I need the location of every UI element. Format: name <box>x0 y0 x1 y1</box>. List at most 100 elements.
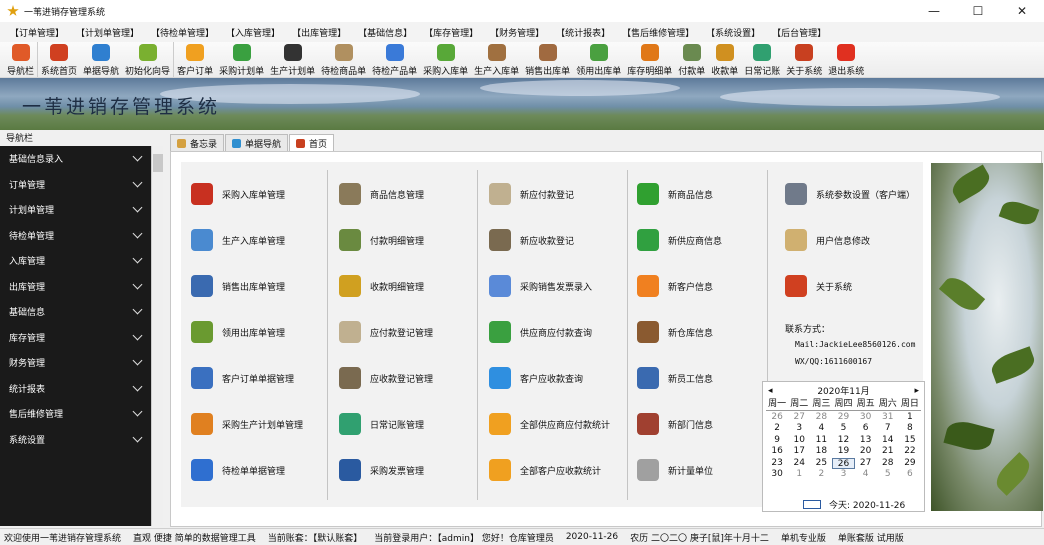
quick-link-0-6[interactable]: 待检单单据管理 <box>191 459 285 481</box>
quick-link-3-3[interactable]: 新仓库信息 <box>637 321 713 343</box>
menu-item-6[interactable]: 【库存管理】 <box>424 26 478 39</box>
quick-link-4-1[interactable]: 用户信息修改 <box>785 229 870 251</box>
calendar-day[interactable]: 29 <box>899 458 921 470</box>
calendar-day[interactable]: 2 <box>766 423 788 435</box>
calendar-day[interactable]: 12 <box>832 435 854 447</box>
calendar-day[interactable]: 28 <box>810 412 832 424</box>
calendar-day[interactable]: 24 <box>788 458 810 470</box>
toolbar-button-11[interactable]: 销售出库单 <box>522 42 573 77</box>
quick-link-3-6[interactable]: 新计量单位 <box>637 459 713 481</box>
nav-item-2[interactable]: 计划单管理 <box>0 197 163 223</box>
toolbar-button-15[interactable]: 收款单 <box>708 42 741 77</box>
quick-link-2-3[interactable]: 供应商应付款查询 <box>489 321 592 343</box>
calendar-day[interactable]: 16 <box>766 446 788 458</box>
menu-item-5[interactable]: 【基础信息】 <box>358 26 412 39</box>
quick-link-0-2[interactable]: 销售出库单管理 <box>191 275 285 297</box>
calendar-day[interactable]: 8 <box>899 423 921 435</box>
calendar-day[interactable]: 25 <box>810 458 832 470</box>
quick-link-1-5[interactable]: 日常记账管理 <box>339 413 424 435</box>
quick-link-2-1[interactable]: 新应收款登记 <box>489 229 574 251</box>
calendar-day[interactable]: 11 <box>810 435 832 447</box>
toolbar-button-16[interactable]: 日常记账 <box>741 42 783 77</box>
quick-link-2-2[interactable]: 采购销售发票录入 <box>489 275 592 297</box>
calendar-day[interactable]: 6 <box>855 423 877 435</box>
calendar-day[interactable]: 26 <box>766 412 788 424</box>
nav-scrollbar[interactable] <box>151 146 163 526</box>
quick-link-2-5[interactable]: 全部供应商应付款统计 <box>489 413 610 435</box>
calendar-prev-button[interactable]: ◂ <box>768 386 773 396</box>
toolbar-button-8[interactable]: 待检产品单 <box>369 42 420 77</box>
nav-item-11[interactable]: 系统设置 <box>0 427 163 453</box>
calendar-next-button[interactable]: ▸ <box>914 386 919 396</box>
quick-link-0-0[interactable]: 采购入库单管理 <box>191 183 285 205</box>
toolbar-button-2[interactable]: 单据导航 <box>80 42 122 77</box>
tab-2[interactable]: 首页 <box>289 134 335 151</box>
calendar-day[interactable]: 1 <box>899 412 921 424</box>
toolbar-button-17[interactable]: 关于系统 <box>783 42 825 77</box>
close-button[interactable]: ✕ <box>1000 0 1044 22</box>
nav-item-10[interactable]: 售后维修管理 <box>0 401 163 427</box>
quick-link-0-4[interactable]: 客户订单单据管理 <box>191 367 294 389</box>
quick-link-0-3[interactable]: 领用出库单管理 <box>191 321 285 343</box>
nav-item-4[interactable]: 入库管理 <box>0 248 163 274</box>
quick-link-2-4[interactable]: 客户应收款查询 <box>489 367 583 389</box>
nav-item-6[interactable]: 基础信息 <box>0 299 163 325</box>
quick-link-1-1[interactable]: 付款明细管理 <box>339 229 424 251</box>
toolbar-button-18[interactable]: 退出系统 <box>825 42 867 77</box>
calendar-day[interactable]: 21 <box>877 446 899 458</box>
toolbar-button-6[interactable]: 生产计划单 <box>267 42 318 77</box>
calendar-day[interactable]: 9 <box>766 435 788 447</box>
calendar-day[interactable]: 15 <box>899 435 921 447</box>
quick-link-4-0[interactable]: 系统参数设置（客户端） <box>785 183 915 205</box>
calendar-day[interactable]: 3 <box>832 469 854 481</box>
calendar-day[interactable]: 23 <box>766 458 788 470</box>
calendar-day[interactable]: 4 <box>810 423 832 435</box>
quick-link-3-4[interactable]: 新员工信息 <box>637 367 713 389</box>
calendar-day[interactable]: 5 <box>832 423 854 435</box>
calendar-day[interactable]: 6 <box>899 469 921 481</box>
calendar-day[interactable]: 30 <box>855 412 877 424</box>
tab-1[interactable]: 单据导航 <box>225 134 289 151</box>
calendar-day[interactable]: 19 <box>832 446 854 458</box>
toolbar-button-12[interactable]: 领用出库单 <box>573 42 624 77</box>
maximize-button[interactable]: ☐ <box>956 0 1000 22</box>
calendar-day[interactable]: 27 <box>855 458 877 470</box>
quick-link-1-3[interactable]: 应付款登记管理 <box>339 321 433 343</box>
quick-link-0-5[interactable]: 采购生产计划单管理 <box>191 413 303 435</box>
nav-scroll-thumb[interactable] <box>153 154 163 172</box>
toolbar-button-7[interactable]: 待检商品单 <box>318 42 369 77</box>
quick-link-2-6[interactable]: 全部客户应收款统计 <box>489 459 601 481</box>
nav-item-5[interactable]: 出库管理 <box>0 274 163 300</box>
quick-link-3-0[interactable]: 新商品信息 <box>637 183 713 205</box>
calendar-day[interactable]: 20 <box>855 446 877 458</box>
calendar-day[interactable]: 7 <box>877 423 899 435</box>
menu-item-11[interactable]: 【后台管理】 <box>772 26 826 39</box>
menu-item-7[interactable]: 【财务管理】 <box>490 26 544 39</box>
quick-link-4-2[interactable]: 关于系统 <box>785 275 852 297</box>
quick-link-3-1[interactable]: 新供应商信息 <box>637 229 722 251</box>
quick-link-2-0[interactable]: 新应付款登记 <box>489 183 574 205</box>
calendar-day[interactable]: 29 <box>832 412 854 424</box>
toolbar-button-9[interactable]: 采购入库单 <box>420 42 471 77</box>
toolbar-button-0[interactable]: 导航栏 <box>4 42 39 77</box>
quick-link-3-2[interactable]: 新客户信息 <box>637 275 713 297</box>
menu-item-2[interactable]: 【待检单管理】 <box>151 26 214 39</box>
calendar-day[interactable]: 10 <box>788 435 810 447</box>
calendar-today[interactable]: 今天: 2020-11-26 <box>803 498 905 511</box>
menu-item-8[interactable]: 【统计报表】 <box>556 26 610 39</box>
nav-item-1[interactable]: 订单管理 <box>0 172 163 198</box>
nav-item-7[interactable]: 库存管理 <box>0 325 163 351</box>
calendar-day[interactable]: 27 <box>788 412 810 424</box>
tab-0[interactable]: 备忘录 <box>170 134 225 151</box>
calendar-day[interactable]: 1 <box>788 469 810 481</box>
calendar-day[interactable]: 2 <box>810 469 832 481</box>
menu-item-1[interactable]: 【计划单管理】 <box>76 26 139 39</box>
nav-item-9[interactable]: 统计报表 <box>0 376 163 402</box>
menu-item-3[interactable]: 【入库管理】 <box>226 26 280 39</box>
calendar-day[interactable]: 18 <box>810 446 832 458</box>
calendar-day[interactable]: 17 <box>788 446 810 458</box>
calendar-day[interactable]: 22 <box>899 446 921 458</box>
nav-item-8[interactable]: 财务管理 <box>0 350 163 376</box>
quick-link-1-6[interactable]: 采购发票管理 <box>339 459 424 481</box>
toolbar-button-10[interactable]: 生产入库单 <box>471 42 522 77</box>
